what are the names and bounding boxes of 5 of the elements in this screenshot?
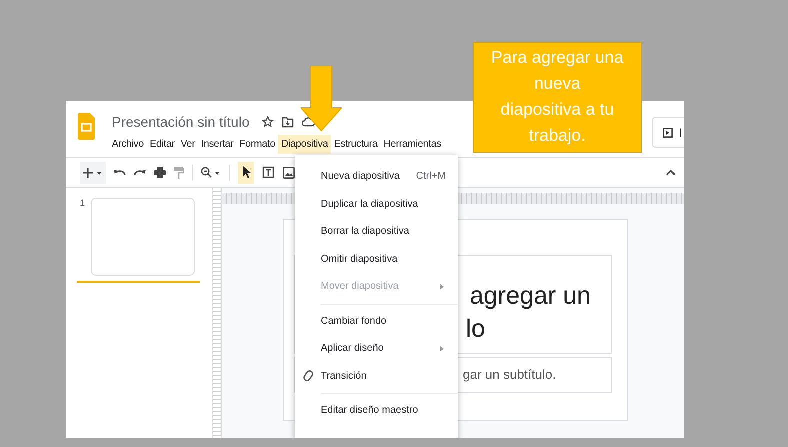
title-placeholder-text: agregar un [470,281,592,312]
callout-note: Para agregar una nueva diapositiva a tu trabajo. [473,42,642,153]
slide-number: 1 [80,198,86,210]
title-placeholder-text: lo [466,314,486,345]
subtitle-placeholder-text: gar un subtítulo. [463,367,556,382]
